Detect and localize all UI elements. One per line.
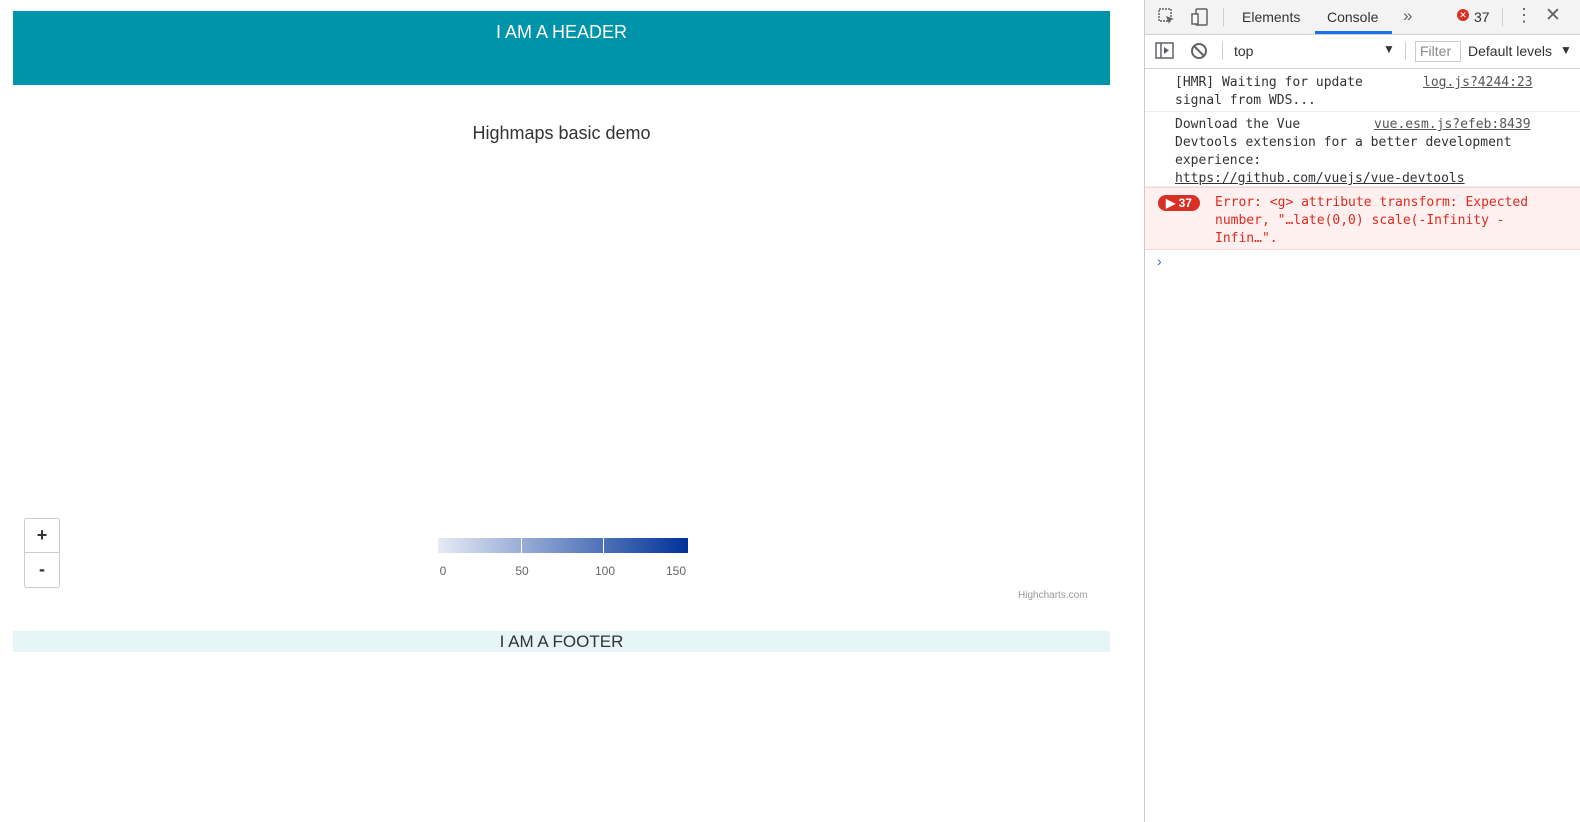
separator xyxy=(1223,8,1224,26)
source-link[interactable]: log.js?4244:23 xyxy=(1423,74,1533,92)
separator xyxy=(1502,8,1503,26)
kebab-menu-icon[interactable]: ⋮ xyxy=(1515,5,1533,26)
dropdown-arrow-icon[interactable]: ▼ xyxy=(1560,43,1572,57)
devtools-panel: Elements Console » ✕ 37 ⋮ ✕ top ▼ Filter… xyxy=(1144,0,1580,822)
log-levels-select[interactable]: Default levels xyxy=(1468,43,1552,59)
color-axis-legend: 0 50 100 150 xyxy=(438,538,688,583)
inspect-element-icon[interactable] xyxy=(1157,7,1177,32)
legend-tick xyxy=(603,538,604,553)
legend-label: 150 xyxy=(665,564,687,578)
repeat-count: 37 xyxy=(1178,196,1192,210)
zoom-in-button[interactable]: + xyxy=(24,518,60,553)
legend-tick xyxy=(521,538,522,553)
console-error-message[interactable]: ▶ 37 Error: <g> attribute transform: Exp… xyxy=(1145,187,1580,250)
console-toolbar: top ▼ Filter Default levels ▼ xyxy=(1145,35,1580,69)
error-count[interactable]: 37 xyxy=(1474,9,1490,25)
zoom-out-button[interactable]: - xyxy=(24,553,60,588)
close-icon[interactable]: ✕ xyxy=(1545,4,1561,27)
device-toolbar-icon[interactable] xyxy=(1190,7,1210,32)
devtools-tab-bar: Elements Console » ✕ 37 ⋮ ✕ xyxy=(1145,0,1580,35)
source-link[interactable]: vue.esm.js?efeb:8439 xyxy=(1374,116,1531,134)
error-text: Error: <g> attribute transform: Expected… xyxy=(1215,195,1529,246)
error-x-icon[interactable]: ✕ xyxy=(1457,9,1469,21)
legend-gradient-bar xyxy=(438,538,688,553)
context-select[interactable]: top xyxy=(1234,43,1253,59)
message-link[interactable]: https://github.com/vuejs/vue-devtools xyxy=(1175,170,1465,188)
error-repeat-badge: ▶ 37 xyxy=(1158,195,1200,211)
tab-console[interactable]: Console xyxy=(1327,9,1378,25)
legend-label: 100 xyxy=(594,564,616,578)
sidebar-toggle-icon[interactable] xyxy=(1155,42,1175,65)
tab-elements[interactable]: Elements xyxy=(1242,9,1300,25)
page: I AM A HEADER Highmaps basic demo + - 0 … xyxy=(0,0,1144,822)
separator xyxy=(1222,42,1223,60)
active-tab-indicator xyxy=(1315,31,1392,34)
separator xyxy=(1405,42,1406,60)
console-message: Download the Vue Devtools extension for … xyxy=(1145,112,1580,187)
legend-label: 0 xyxy=(439,564,447,578)
credits-link[interactable]: Highcharts.com xyxy=(1018,590,1087,601)
console-prompt-chevron-icon[interactable]: › xyxy=(1157,253,1162,269)
page-header: I AM A HEADER xyxy=(13,11,1110,85)
map-zoom-controls: + - xyxy=(24,518,60,588)
footer-text: I AM A FOOTER xyxy=(499,632,624,651)
map-chart[interactable]: Highmaps basic demo xyxy=(13,95,1110,615)
dropdown-arrow-icon[interactable]: ▼ xyxy=(1383,42,1395,56)
clear-console-icon[interactable] xyxy=(1190,42,1208,65)
console-message: [HMR] Waiting for update signal from WDS… xyxy=(1145,70,1580,112)
page-footer: I AM A FOOTER xyxy=(13,631,1110,652)
chart-title: Highmaps basic demo xyxy=(472,123,651,143)
message-text: [HMR] Waiting for update signal from WDS… xyxy=(1175,75,1363,108)
header-text: I AM A HEADER xyxy=(495,22,628,42)
legend-label: 50 xyxy=(515,564,529,578)
double-chevron-right-icon[interactable]: » xyxy=(1403,6,1412,26)
filter-input[interactable]: Filter xyxy=(1415,41,1461,62)
